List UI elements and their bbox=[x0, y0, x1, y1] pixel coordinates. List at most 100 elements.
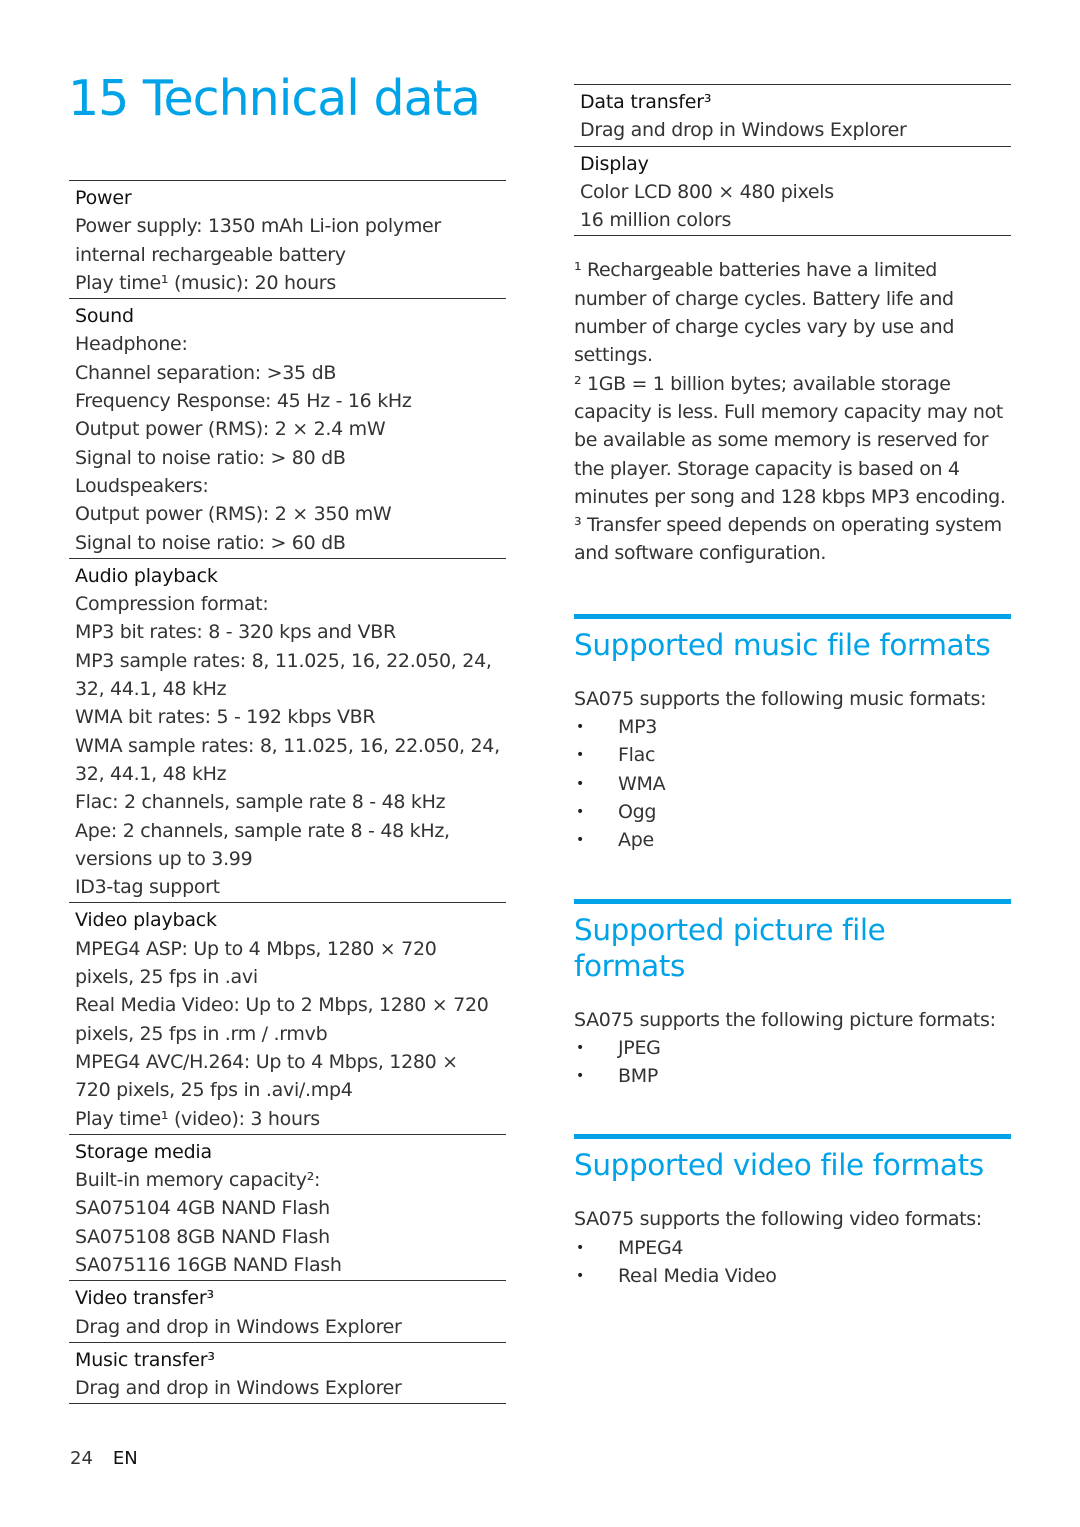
format-name: Real Media Video bbox=[618, 1265, 777, 1288]
page-title: 15 Technical data bbox=[68, 70, 481, 127]
spec-power: Power Power supply: 1350 mAh Li-ion poly… bbox=[69, 180, 506, 298]
list-item: • Real Media Video bbox=[574, 1262, 1011, 1290]
spec-line: pixels, 25 fps in .avi bbox=[75, 966, 258, 989]
section-intro: SA075 supports the following video forma… bbox=[574, 1208, 982, 1231]
section-title: Supported music file formats bbox=[574, 627, 991, 662]
spec-line: Compression format: bbox=[75, 593, 269, 616]
list-item: • Flac bbox=[574, 741, 1011, 769]
spec-line: MP3 sample rates: 8, 11.025, 16, 22.050,… bbox=[75, 649, 492, 672]
spec-line: SA075104 4GB NAND Flash bbox=[75, 1197, 330, 1220]
spec-line: ID3-tag support bbox=[75, 876, 220, 899]
technical-specs-left: Power Power supply: 1350 mAh Li-ion poly… bbox=[69, 180, 506, 1405]
spec-line: Real Media Video: Up to 2 Mbps, 1280 × 7… bbox=[75, 994, 489, 1017]
spec-line: MP3 bit rates: 8 - 320 kps and VBR bbox=[75, 621, 396, 644]
format-name: WMA bbox=[618, 772, 666, 795]
page-footer: 24 EN bbox=[70, 1448, 138, 1469]
spec-heading: Music transfer³ bbox=[75, 1348, 215, 1371]
list-item: • WMA bbox=[574, 770, 1011, 798]
technical-specs-right: Data transfer³ Drag and drop in Windows … bbox=[574, 84, 1011, 1290]
section-intro: SA075 supports the following picture for… bbox=[574, 1008, 996, 1031]
spec-line: MPEG4 ASP: Up to 4 Mbps, 1280 × 720 bbox=[75, 937, 437, 960]
bullet-icon: • bbox=[576, 832, 584, 849]
bullet-icon: • bbox=[576, 775, 584, 792]
spec-line: Channel separation: >35 dB bbox=[75, 361, 337, 384]
format-list: • MPEG4 • Real Media Video bbox=[574, 1234, 1011, 1291]
spec-line: Frequency Response: 45 Hz - 16 kHz bbox=[75, 390, 412, 413]
spec-line: 32, 44.1, 48 kHz bbox=[75, 762, 227, 785]
list-item: • JPEG bbox=[574, 1034, 1011, 1062]
spec-line: Ape: 2 channels, sample rate 8 - 48 kHz, bbox=[75, 819, 450, 842]
section-divider bbox=[574, 613, 1011, 619]
bullet-icon: • bbox=[576, 719, 584, 736]
section-title: Supported video file formats bbox=[574, 1148, 984, 1183]
spec-line: Power supply: 1350 mAh Li-ion polymer bbox=[75, 215, 441, 238]
format-name: BMP bbox=[618, 1065, 658, 1088]
spec-line: Drag and drop in Windows Explorer bbox=[75, 1377, 402, 1400]
bullet-icon: • bbox=[576, 1068, 584, 1085]
spec-line: Play time¹ (video): 3 hours bbox=[75, 1107, 320, 1130]
spec-line: Loudspeakers: bbox=[75, 474, 209, 497]
spec-line: Play time¹ (music): 20 hours bbox=[75, 271, 336, 294]
section-picture-formats: Supported picture file formats SA075 sup… bbox=[574, 898, 1011, 1091]
spec-line: Drag and drop in Windows Explorer bbox=[75, 1315, 402, 1338]
spec-line: Headphone: bbox=[75, 333, 188, 356]
spec-audio-playback: Audio playback Compression format: MP3 b… bbox=[69, 557, 506, 903]
spec-music-transfer: Music transfer³ Drag and drop in Windows… bbox=[69, 1341, 506, 1405]
format-name: MPEG4 bbox=[618, 1236, 684, 1259]
spec-line: 720 pixels, 25 fps in .avi/.mp4 bbox=[75, 1079, 353, 1102]
bullet-icon: • bbox=[576, 1268, 584, 1285]
spec-heading: Video transfer³ bbox=[75, 1287, 214, 1310]
list-item: • MP3 bbox=[574, 713, 1011, 741]
spec-line: Output power (RMS): 2 × 2.4 mW bbox=[75, 418, 386, 441]
section-divider bbox=[574, 1134, 1011, 1140]
section-title: Supported picture file formats bbox=[574, 912, 886, 983]
spec-heading: Display bbox=[580, 152, 649, 175]
section-music-formats: Supported music file formats SA075 suppo… bbox=[574, 613, 1011, 855]
spec-line: 32, 44.1, 48 kHz bbox=[75, 678, 227, 701]
spec-data-transfer: Data transfer³ Drag and drop in Windows … bbox=[574, 84, 1011, 146]
spec-heading: Data transfer³ bbox=[580, 91, 712, 113]
spec-line: Signal to noise ratio: > 60 dB bbox=[75, 531, 346, 554]
format-list: • JPEG • BMP bbox=[574, 1034, 1011, 1091]
list-item: • MPEG4 bbox=[574, 1234, 1011, 1262]
spec-line: Flac: 2 channels, sample rate 8 - 48 kHz bbox=[75, 791, 446, 814]
list-item: • Ogg bbox=[574, 798, 1011, 826]
spec-video-transfer: Video transfer³ Drag and drop in Windows… bbox=[69, 1280, 506, 1342]
page-number: 24 bbox=[70, 1448, 93, 1469]
spec-line: WMA sample rates: 8, 11.025, 16, 22.050,… bbox=[75, 734, 500, 757]
footnote-2: ² 1GB = 1 billion bytes; available stora… bbox=[574, 372, 1006, 508]
spec-line: SA075116 16GB NAND Flash bbox=[75, 1253, 342, 1276]
spec-heading: Power bbox=[75, 187, 132, 209]
spec-line: Drag and drop in Windows Explorer bbox=[580, 119, 907, 142]
spec-line: Output power (RMS): 2 × 350 mW bbox=[75, 503, 392, 526]
format-name: JPEG bbox=[618, 1036, 661, 1059]
spec-line: versions up to 3.99 bbox=[75, 847, 253, 870]
spec-heading: Video playback bbox=[75, 909, 217, 932]
format-name: Flac bbox=[618, 744, 656, 767]
bullet-icon: • bbox=[576, 1239, 584, 1256]
spec-sound: Sound Headphone: Channel separation: >35… bbox=[69, 298, 506, 558]
spec-line: pixels, 25 fps in .rm / .rmvb bbox=[75, 1022, 328, 1045]
spec-line: Signal to noise ratio: > 80 dB bbox=[75, 446, 346, 469]
spec-heading: Audio playback bbox=[75, 564, 218, 587]
section-divider bbox=[574, 898, 1011, 904]
spec-line: Built-in memory capacity²: bbox=[75, 1169, 321, 1192]
format-list: • MP3 • Flac • WMA • Ogg • Ape bbox=[574, 713, 1011, 854]
list-item: • BMP bbox=[574, 1062, 1011, 1090]
spec-heading: Storage media bbox=[75, 1140, 212, 1163]
spec-line: SA075108 8GB NAND Flash bbox=[75, 1225, 330, 1248]
footnotes: ¹ Rechargeable batteries have a limited … bbox=[574, 256, 1011, 567]
spec-storage-media: Storage media Built-in memory capacity²:… bbox=[69, 1133, 506, 1280]
bullet-icon: • bbox=[576, 747, 584, 764]
spec-line: MPEG4 AVC/H.264: Up to 4 Mbps, 1280 × bbox=[75, 1050, 458, 1073]
language-code: EN bbox=[112, 1448, 138, 1469]
bullet-icon: • bbox=[576, 803, 584, 820]
spec-line: internal rechargeable battery bbox=[75, 243, 346, 266]
format-name: Ape bbox=[618, 829, 654, 852]
spec-line: 16 million colors bbox=[580, 209, 732, 232]
spec-line: WMA bit rates: 5 - 192 kbps VBR bbox=[75, 706, 376, 729]
list-item: • Ape bbox=[574, 826, 1011, 854]
spec-heading: Sound bbox=[75, 305, 134, 328]
spec-video-playback: Video playback MPEG4 ASP: Up to 4 Mbps, … bbox=[69, 902, 506, 1133]
spec-line: Color LCD 800 × 480 pixels bbox=[580, 180, 834, 203]
